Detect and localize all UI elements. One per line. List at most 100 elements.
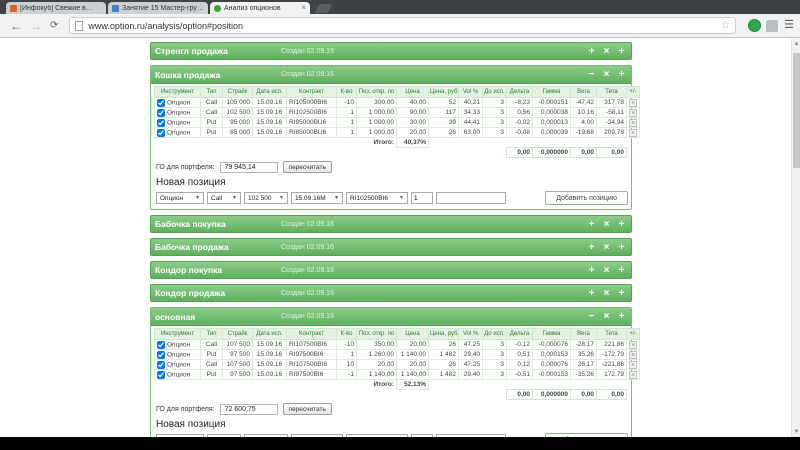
delete-row-icon[interactable]: × [629,128,637,137]
recalculate-button[interactable]: пересчитать [282,161,332,173]
panel-header[interactable]: Кондор покупка Создан 02.09.16 + × + [150,261,632,279]
cell: 15.09.16 [252,107,287,118]
cell: 20,00 [356,359,397,370]
delete-row-icon[interactable]: × [629,118,637,127]
expand-icon[interactable]: + [586,288,597,299]
add-position-button[interactable]: Добавить позицию [545,191,628,205]
tab-close-icon[interactable]: × [301,4,306,12]
contract-select[interactable]: RI102500BI6 ▼ [346,192,408,204]
cell: 1 140,00 [396,369,429,380]
cell: 0,12 [506,359,533,370]
scrollbar-thumb[interactable] [793,53,800,168]
instrument-label: Опцион [167,129,191,137]
close-icon[interactable]: × [601,46,612,57]
column-header: +/- [626,86,640,98]
browser-tab[interactable]: Занятие 15 Мастер-гру… [108,2,208,14]
close-icon[interactable]: × [601,69,612,80]
cell: -0,08 [506,127,533,138]
add-icon[interactable]: + [616,242,627,253]
cell: RI97500BI6 [286,349,337,360]
close-icon[interactable]: × [601,288,612,299]
recalculate-button[interactable]: пересчитать [282,403,332,415]
panel-header[interactable]: Кошка продажа Создан 02.09.16 − × + [151,66,631,84]
scroll-down-icon[interactable]: ▼ [793,429,800,435]
cell: 20,00 [396,127,429,138]
panel-header[interactable]: Кондор продажа Создан 02.09.16 + × + [150,284,632,302]
close-icon[interactable]: × [601,242,612,253]
delete-row-icon[interactable]: × [629,108,637,117]
column-header: +/- [626,328,640,340]
instrument-label: Опцион [167,341,191,349]
expiry-select[interactable]: 15.09.16М ▼ [291,192,343,204]
row-checkbox[interactable] [157,360,165,369]
cell: 3 [482,359,507,370]
expand-icon[interactable]: + [586,219,597,230]
delete-row-icon[interactable]: × [629,98,637,107]
row-checkbox[interactable] [157,128,165,137]
browser-tab[interactable]: [Инфокуб] Свежие в… [6,2,106,14]
panel-header[interactable]: основная Создан 02.09.16 − × + [151,308,631,326]
row-checkbox[interactable] [157,118,165,127]
row-checkbox[interactable] [157,370,165,379]
cell: 97 500 [222,349,253,360]
menu-icon[interactable]: ☰ [784,20,794,31]
column-header: Vol % [458,86,483,98]
open-price-input[interactable] [436,192,506,204]
panel-header[interactable]: Стренгл продажа Создан 02.09.16 + × + [150,42,632,60]
quantity-input[interactable] [411,192,433,204]
row-checkbox[interactable] [157,98,165,107]
row-checkbox[interactable] [157,340,165,349]
expand-icon[interactable]: + [586,265,597,276]
tab-title: Занятие 15 Мастер-гру… [122,4,204,12]
panel-header[interactable]: Бабочка покупка Создан 02.09.16 + × + [150,215,632,233]
expand-icon[interactable]: + [586,46,597,57]
chevron-down-icon: ▼ [232,195,237,201]
strike-select[interactable]: 102 500 ▼ [244,192,288,204]
refresh-icon[interactable]: ⟳ [50,20,58,32]
delete-row-icon[interactable]: × [629,370,637,379]
add-icon[interactable]: + [616,69,627,80]
margin-value-field[interactable]: 72 600,75 [219,403,278,415]
new-tab-button[interactable] [314,4,333,13]
extension-icon[interactable] [748,19,762,32]
add-icon[interactable]: + [616,219,627,230]
cell: 15.09.16 [252,117,287,128]
delete-row-icon[interactable]: × [629,350,637,359]
cell: 0,000013 [532,117,571,128]
close-icon[interactable]: × [601,311,612,322]
delete-row-icon[interactable]: × [629,340,637,349]
row-checkbox[interactable] [157,350,165,359]
bookmark-star-icon[interactable]: ☆ [721,20,730,31]
close-icon[interactable]: × [601,219,612,230]
table-body: Опцион Call 107 500 15.09.16 RI107500BI6 -10 3… [154,339,640,380]
browser-tab-active[interactable]: Анализ опционов × [210,2,310,14]
cell: 1 140,00 [356,369,397,380]
delete-row-icon[interactable]: × [629,360,637,369]
cell: 29,40 [458,369,483,380]
collapse-icon[interactable]: − [586,311,597,322]
strategy-panels-list: Стренгл продажа Создан 02.09.16 + × + Ко… [150,39,640,437]
panel-header[interactable]: Бабочка продажа Создан 02.09.16 + × + [150,238,632,256]
column-header: К-во [336,86,357,98]
margin-value-field[interactable]: 79 945,14 [219,161,278,173]
scroll-up-icon[interactable]: ▲ [793,41,800,47]
back-icon[interactable]: ← [10,20,22,32]
expand-icon[interactable]: + [586,242,597,253]
forward-icon[interactable]: → [30,20,42,32]
collapse-icon[interactable]: − [586,69,597,80]
cell: -0,12 [506,339,533,350]
add-icon[interactable]: + [616,265,627,276]
add-icon[interactable]: + [616,311,627,322]
column-header: Поз. откр. по [356,328,397,340]
instrument-select[interactable]: Опцион ▼ [156,192,204,204]
option-row: Опцион Put 97 500 15.09.16 RI97500BI6 -1 1 140… [154,369,640,380]
add-icon[interactable]: + [616,288,627,299]
page-scrollbar[interactable]: ▲ ▼ [791,39,800,437]
close-icon[interactable]: × [601,265,612,276]
extension-icon[interactable] [766,19,779,32]
add-icon[interactable]: + [616,46,627,57]
row-checkbox[interactable] [157,108,165,117]
theta-total: 0,00 [596,147,627,158]
type-select[interactable]: Call ▼ [207,192,241,204]
address-bar[interactable]: www.option.ru/analysis/option#position ☆ [69,17,737,34]
